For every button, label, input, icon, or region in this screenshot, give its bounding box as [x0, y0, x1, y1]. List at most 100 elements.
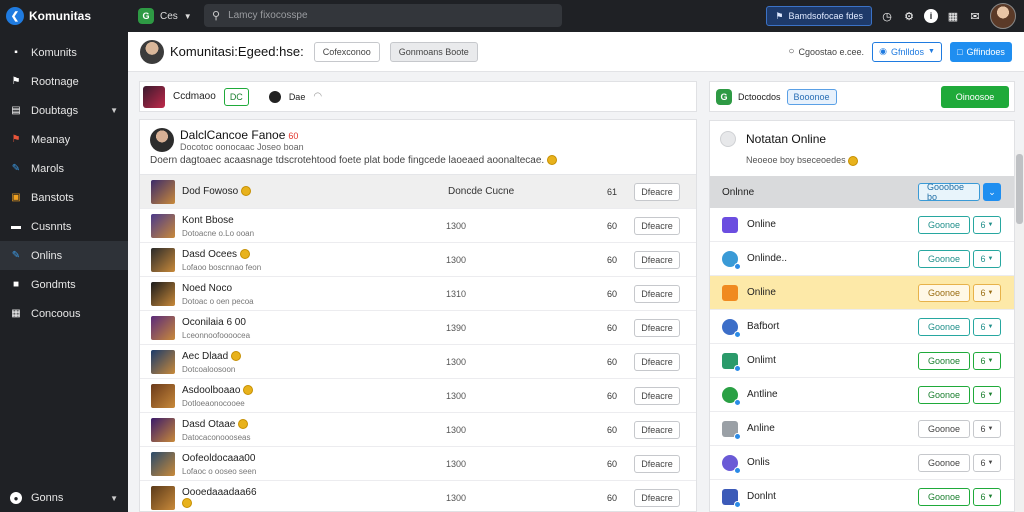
row-dropdown-button[interactable]: 6 ▼ — [973, 249, 1001, 268]
clock-icon[interactable]: ◷ — [880, 9, 894, 23]
page-scrollbar[interactable] — [1015, 150, 1024, 512]
list-item[interactable]: Bafbort Goonoe 6 ▼ — [710, 310, 1014, 344]
right-toolbar-pill[interactable]: Booonoe — [786, 88, 837, 105]
row-dropdown-button[interactable]: 6 ▼ — [973, 283, 1001, 302]
top-nav-label: Ces — [160, 10, 178, 22]
mail-icon[interactable]: ✉ — [968, 9, 982, 23]
list-item[interactable]: Online Goonoe 6 ▼ — [710, 208, 1014, 242]
row-name-text: Kont Bbose — [182, 215, 234, 226]
row-action-button[interactable]: Dfeacre — [634, 216, 680, 235]
row-dropdown-button[interactable]: 6 ▼ — [973, 351, 1001, 370]
row-action-button[interactable]: Dfeacre — [634, 182, 680, 201]
table-row[interactable]: Dasd Otaae Datocaconoooseas 1300 60 Dfeacre — [140, 413, 696, 447]
online-filter-button[interactable]: Goooboe bo — [918, 182, 980, 202]
row-dropdown-button[interactable]: 6 ▼ — [973, 419, 1001, 438]
filter-dropdown[interactable]: ◉ Gfnlldos ▼ — [872, 41, 942, 62]
row-action-button[interactable]: Dfeacre — [634, 318, 680, 337]
row-action-button[interactable]: Dfeacre — [634, 250, 680, 269]
table-row[interactable]: Oooedaaadaa66 1300 60 Dfeacre — [140, 481, 696, 511]
grid-icon: ▦ — [11, 308, 21, 319]
table-row[interactable]: Dod Fowoso Doncde Cucne 61 Dfeacre — [140, 175, 696, 209]
row-primary-button[interactable]: Goonoe — [918, 385, 970, 404]
row-score: 1300 — [446, 424, 467, 435]
primary-action-button[interactable]: □ Gffindoes — [950, 41, 1012, 62]
row-value: 60 — [607, 492, 618, 503]
row-name: Oooedaaadaa66 — [182, 487, 257, 509]
info-icon[interactable]: i — [924, 9, 938, 23]
top-nav-menu[interactable]: G Ces ▼ — [138, 8, 192, 24]
user-dot-icon — [268, 90, 281, 103]
sidebar-item-rootnage[interactable]: ⚑ Rootnage — [0, 67, 128, 96]
row-action-button[interactable]: Dfeacre — [634, 284, 680, 303]
row-action-button[interactable]: Dfeacre — [634, 454, 680, 473]
row-dropdown-button[interactable]: 6 ▼ — [973, 215, 1001, 234]
leaderboard-title-text: DalclCancoe Fanoe — [180, 128, 286, 142]
row-primary-button[interactable]: Goonoe — [918, 249, 970, 268]
table-row[interactable]: Aec Dlaad Dotcoaloosoon 1300 60 Dfeacre — [140, 345, 696, 379]
table-row[interactable]: Dasd Ocees Lofaoo boscnnao feon 1300 60 Dfe… — [140, 243, 696, 277]
row-dropdown-button[interactable]: 6 ▼ — [973, 453, 1001, 472]
online-filter-toggle[interactable]: ⌄ — [983, 183, 1001, 201]
row-label: Bafbort — [747, 321, 780, 332]
sidebar-item-komunits[interactable]: ▪ Komunits — [0, 38, 128, 67]
user-avatar-icon — [722, 352, 741, 372]
chevron-down-icon: ▼ — [987, 323, 994, 330]
row-action-button[interactable]: Dfeacre — [634, 488, 680, 507]
row-primary-button[interactable]: Goonoe — [918, 487, 970, 506]
right-toolbar-button[interactable]: Oinoosoe — [941, 85, 1009, 108]
table-row[interactable]: Noed Noco Dotoac o oen pecoa 1310 60 Dfeacre — [140, 277, 696, 311]
list-item[interactable]: Antline Goonoe 6 ▼ — [710, 378, 1014, 412]
list-item[interactable]: Online Goonoe 6 ▼ — [710, 276, 1014, 310]
row-name: Dod Fowoso — [182, 186, 256, 197]
table-row[interactable]: Oconilaia 6 00 Lceonnoofoooocea 1390 60 Dfea… — [140, 311, 696, 345]
row-dropdown-button[interactable]: 6 ▼ — [973, 385, 1001, 404]
coin-icon — [546, 155, 557, 166]
row-dropdown-value: 6 — [980, 287, 986, 298]
search-input[interactable] — [228, 10, 529, 21]
table-row[interactable]: Oofeoldocaaa00 Lofaoc o ooseo seen 1300 60 D… — [140, 447, 696, 481]
list-item[interactable]: Anline Goonoe 6 ▼ — [710, 412, 1014, 446]
gear-icon[interactable]: ⚙ — [902, 9, 916, 23]
row-dropdown-button[interactable]: 6 ▼ — [973, 317, 1001, 336]
pencil-icon: ✎ — [11, 250, 21, 261]
sidebar-footer-menu[interactable]: ● Gonns ▼ — [0, 484, 128, 512]
row-dropdown-button[interactable]: 6 ▼ — [973, 487, 1001, 506]
sidebar-item-banstots[interactable]: ▣ Banstots — [0, 183, 128, 212]
row-primary-button[interactable]: Goonoe — [918, 351, 970, 370]
user-avatar-icon — [722, 386, 741, 406]
sidebar-item-onlins[interactable]: ✎ Onlins — [0, 241, 128, 270]
grid-icon[interactable]: ▦ — [946, 9, 960, 23]
row-value: 60 — [607, 390, 618, 401]
row-action-button[interactable]: Dfeacre — [634, 352, 680, 371]
brand[interactable]: ❮ Komunitas — [0, 7, 128, 25]
sidebar-item-doubtags[interactable]: ▤ Doubtags ▼ — [0, 96, 128, 125]
row-value: 60 — [607, 424, 618, 435]
list-item[interactable]: Donlnt Goonoe 6 ▼ — [710, 480, 1014, 511]
list-item[interactable]: Onlinde.. Goonoe 6 ▼ — [710, 242, 1014, 276]
sidebar-item-gondmts[interactable]: ■ Gondmts — [0, 270, 128, 299]
chat-icon: ▬ — [11, 221, 21, 232]
row-primary-button[interactable]: Goonoe — [918, 283, 970, 302]
sidebar-item-cusnnts[interactable]: ▬ Cusnnts — [0, 212, 128, 241]
header-action-button[interactable]: Cofexconoo — [313, 41, 380, 62]
scrollbar-thumb[interactable] — [1016, 154, 1023, 224]
table-row[interactable]: Asdoolboaao Dotloeaonocooee 1300 60 Dfeacre — [140, 379, 696, 413]
notifications-button[interactable]: ⚑ Bamdsofocae fdes — [766, 6, 872, 26]
row-action-button[interactable]: Dfeacre — [634, 386, 680, 405]
row-primary-button[interactable]: Goonoe — [918, 317, 970, 336]
list-item[interactable]: Onlis Goonoe 6 ▼ — [710, 446, 1014, 480]
header-link[interactable]: ○ Cgoostao e.cee. — [788, 46, 864, 57]
sidebar-item-meanay[interactable]: ⚑ Meanay — [0, 125, 128, 154]
user-avatar[interactable] — [990, 3, 1016, 29]
sidebar-item-concoous[interactable]: ▦ Concoous — [0, 299, 128, 328]
user-avatar-icon — [722, 250, 741, 270]
row-primary-button[interactable]: Goonoe — [918, 453, 970, 472]
row-primary-button[interactable]: Goonoe — [918, 419, 970, 438]
row-action-button[interactable]: Dfeacre — [634, 420, 680, 439]
left-toolbar-pill[interactable]: DC — [223, 87, 249, 106]
sidebar-item-marols[interactable]: ✎ Marols — [0, 154, 128, 183]
row-primary-button[interactable]: Goonoe — [918, 215, 970, 234]
list-item[interactable]: Onlimt Goonoe 6 ▼ — [710, 344, 1014, 378]
table-row[interactable]: Kont Bbose Dotoacne o.Lo ooan 1300 60 Dfeacr… — [140, 209, 696, 243]
header-secondary-button[interactable]: Gonmoans Boote — [389, 41, 478, 62]
